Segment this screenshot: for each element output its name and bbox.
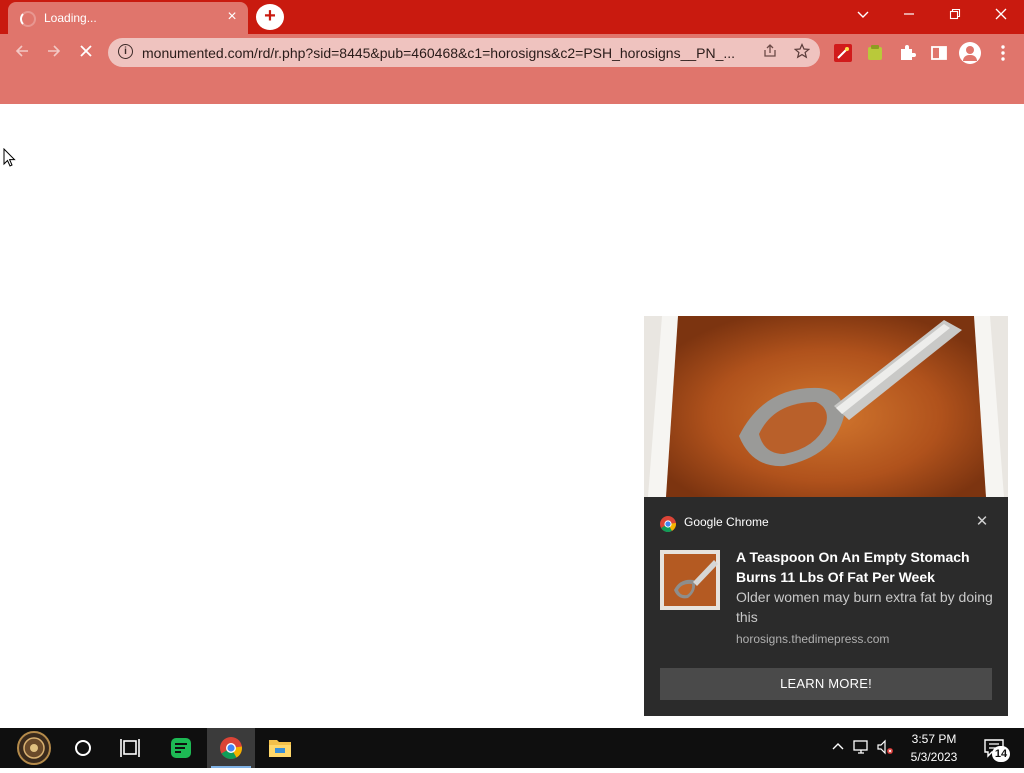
- back-button[interactable]: [8, 39, 36, 67]
- chrome-menu-icon[interactable]: [993, 43, 1013, 63]
- notification-app-name: Google Chrome: [684, 515, 769, 529]
- windows-taskbar: 3:57 PM 5/3/2023 14: [0, 728, 1024, 768]
- cortana-icon[interactable]: [60, 728, 108, 768]
- chrome-icon[interactable]: [207, 728, 255, 768]
- file-explorer-icon[interactable]: [256, 728, 304, 768]
- stop-loading-button[interactable]: [72, 39, 100, 67]
- extensions-puzzle-icon[interactable]: [897, 43, 917, 63]
- green-extension-icon[interactable]: [865, 43, 885, 63]
- notification-count-badge: 14: [992, 746, 1010, 762]
- chrome-logo-icon: [660, 516, 676, 532]
- profile-avatar-icon[interactable]: [959, 42, 981, 64]
- url-text[interactable]: monumented.com/rd/r.php?sid=8445&pub=460…: [142, 45, 754, 61]
- show-hidden-icons-icon[interactable]: [829, 738, 847, 758]
- tab-close-icon[interactable]: ×: [224, 9, 240, 25]
- task-view-icon[interactable]: [106, 728, 154, 768]
- notification-source: horosigns.thedimepress.com: [736, 632, 890, 646]
- clock-date[interactable]: 5/3/2023: [906, 750, 962, 764]
- share-icon[interactable]: [760, 43, 780, 63]
- tab-strip: Loading... × +: [0, 0, 1024, 34]
- mouse-cursor-icon: [3, 148, 16, 167]
- chrome-push-notification[interactable]: Google Chrome ✕ A Teaspoon On An Empty S…: [644, 316, 1008, 716]
- address-bar[interactable]: i monumented.com/rd/r.php?sid=8445&pub=4…: [108, 38, 820, 67]
- notification-close-icon[interactable]: ✕: [973, 513, 991, 531]
- close-window-button[interactable]: [978, 0, 1024, 30]
- restore-button[interactable]: [932, 0, 978, 30]
- learn-more-button[interactable]: LEARN MORE!: [660, 668, 992, 700]
- browser-toolbar: i monumented.com/rd/r.php?sid=8445&pub=4…: [0, 34, 1024, 72]
- side-panel-icon[interactable]: [929, 43, 949, 63]
- network-icon[interactable]: [852, 738, 870, 758]
- minimize-button[interactable]: [886, 0, 932, 30]
- volume-muted-icon[interactable]: [876, 738, 894, 758]
- tab-title: Loading...: [44, 11, 97, 25]
- notification-title: A Teaspoon On An Empty Stomach Burns 11 …: [736, 549, 970, 585]
- notification-hero-image[interactable]: [644, 316, 1008, 497]
- notification-body: Older women may burn extra fat by doing …: [736, 589, 993, 625]
- clock-time[interactable]: 3:57 PM: [906, 732, 962, 746]
- start-icon[interactable]: [8, 728, 60, 768]
- new-tab-button[interactable]: +: [256, 4, 284, 30]
- tab-search-icon[interactable]: [840, 0, 886, 30]
- tab-loading[interactable]: Loading... ×: [8, 2, 248, 34]
- forward-button[interactable]: [40, 39, 68, 67]
- site-info-icon[interactable]: i: [118, 44, 133, 59]
- green-app-icon[interactable]: [157, 728, 205, 768]
- loading-spinner-icon: [20, 11, 36, 27]
- bookmarks-bar: [0, 72, 1024, 104]
- red-extension-icon[interactable]: [833, 43, 853, 63]
- notification-thumbnail: [660, 550, 720, 610]
- bookmark-star-icon[interactable]: [792, 43, 812, 63]
